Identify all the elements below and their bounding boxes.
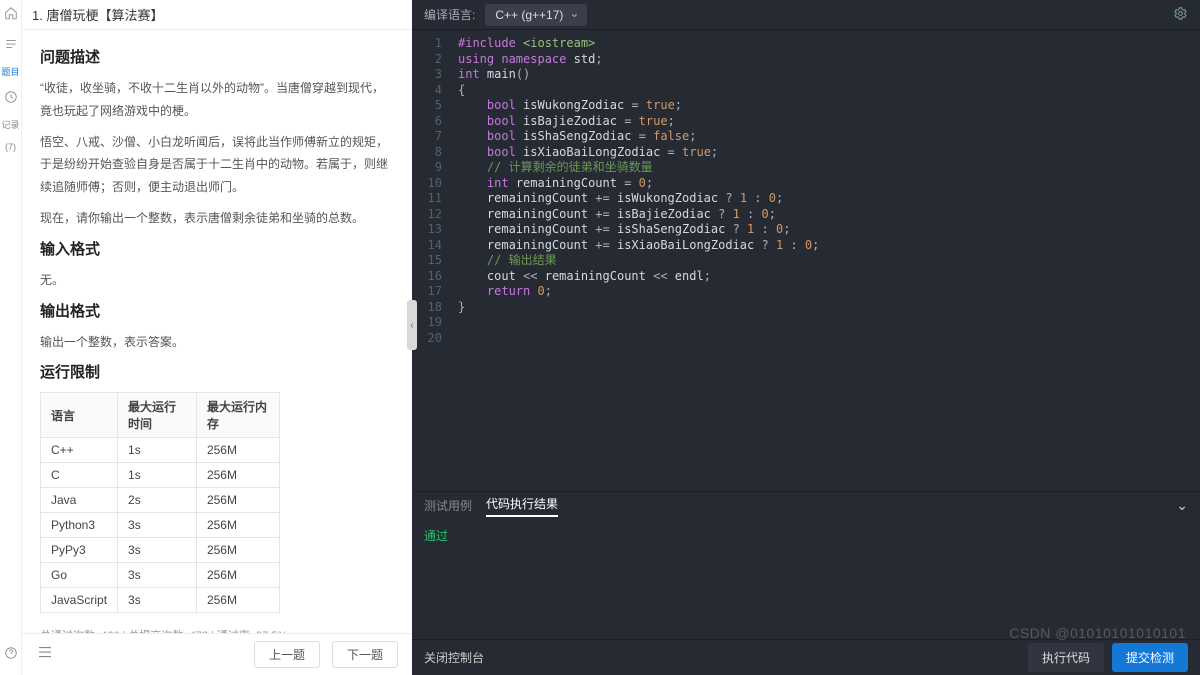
- limits-col: 最大运行内存: [196, 393, 279, 438]
- output-heading: 输出格式: [40, 300, 394, 321]
- problems-icon[interactable]: [4, 37, 18, 56]
- desc-p3: 现在，请你输出一个整数，表示唐僧剩余徒弟和坐骑的总数。: [40, 207, 394, 230]
- table-row: C++1s256M: [41, 438, 280, 463]
- rail-history-label: 记录: [1, 121, 19, 131]
- problem-titlebar: 1. 唐僧玩梗【算法赛】: [22, 0, 412, 30]
- settings-icon[interactable]: [1173, 6, 1188, 24]
- prev-button[interactable]: 上一题: [254, 641, 320, 668]
- help-icon[interactable]: [4, 646, 18, 665]
- problem-panel: 1. 唐僧玩梗【算法赛】 问题描述 “收徒，收坐骑，不收十二生肖以外的动物”。当…: [22, 0, 412, 675]
- table-row: Python33s256M: [41, 513, 280, 538]
- problem-body: 问题描述 “收徒，收坐骑，不收十二生肖以外的动物”。当唐僧穿越到现代，竟也玩起了…: [22, 30, 412, 633]
- left-rail: 题目 记录 (7): [0, 0, 22, 675]
- result-status: 通过: [424, 529, 448, 543]
- bottom-bar: 关闭控制台 执行代码 提交检测: [412, 639, 1200, 675]
- next-button[interactable]: 下一题: [332, 641, 398, 668]
- language-select[interactable]: C++ (g++17): [485, 4, 587, 26]
- problem-footer: 上一题 下一题: [22, 633, 412, 675]
- desc-p1: “收徒，收坐骑，不收十二生肖以外的动物”。当唐僧穿越到现代，竟也玩起了网络游戏中…: [40, 77, 394, 123]
- submit-button[interactable]: 提交检测: [1112, 643, 1188, 672]
- table-row: C1s256M: [41, 463, 280, 488]
- table-row: PyPy33s256M: [41, 538, 280, 563]
- desc-heading: 问题描述: [40, 46, 394, 67]
- editor-header: 编译语言: C++ (g++17): [412, 0, 1200, 30]
- limits-table: 语言最大运行时间最大运行内存 C++1s256MC1s256MJava2s256…: [40, 392, 280, 613]
- tab-testcases[interactable]: 测试用例: [424, 497, 472, 514]
- input-heading: 输入格式: [40, 238, 394, 259]
- collapse-results-icon[interactable]: ⌄: [1176, 497, 1188, 514]
- close-console[interactable]: 关闭控制台: [424, 649, 484, 666]
- history-icon[interactable]: [4, 90, 18, 109]
- code-editor[interactable]: 1234567891011121314151617181920 #include…: [412, 30, 1200, 491]
- output-p: 输出一个整数，表示答案。: [40, 331, 394, 354]
- editor-panel: 编译语言: C++ (g++17) 1234567891011121314151…: [412, 0, 1200, 675]
- table-row: Go3s256M: [41, 563, 280, 588]
- table-row: JavaScript3s256M: [41, 588, 280, 613]
- result-body: 通过: [412, 519, 1200, 639]
- desc-p2: 悟空、八戒、沙僧、小白龙听闻后，误将此当作师傅新立的规矩，于是纷纷开始查验自身是…: [40, 131, 394, 199]
- result-tabbar: 测试用例 代码执行结果 ⌄: [412, 491, 1200, 519]
- rail-problems-label: 题目: [1, 68, 19, 78]
- limits-col: 语言: [41, 393, 118, 438]
- run-button[interactable]: 执行代码: [1028, 643, 1104, 672]
- problem-title: 1. 唐僧玩梗【算法赛】: [32, 5, 163, 24]
- table-row: Java2s256M: [41, 488, 280, 513]
- split-handle[interactable]: [407, 300, 417, 350]
- input-p: 无。: [40, 269, 394, 292]
- home-icon[interactable]: [4, 6, 18, 25]
- limit-heading: 运行限制: [40, 361, 394, 382]
- tab-exec-result[interactable]: 代码执行结果: [486, 495, 558, 517]
- lang-label: 编译语言:: [424, 6, 475, 23]
- rail-history-count: (7): [5, 143, 16, 153]
- list-toggle-icon[interactable]: [36, 643, 54, 666]
- limits-col: 最大运行时间: [118, 393, 197, 438]
